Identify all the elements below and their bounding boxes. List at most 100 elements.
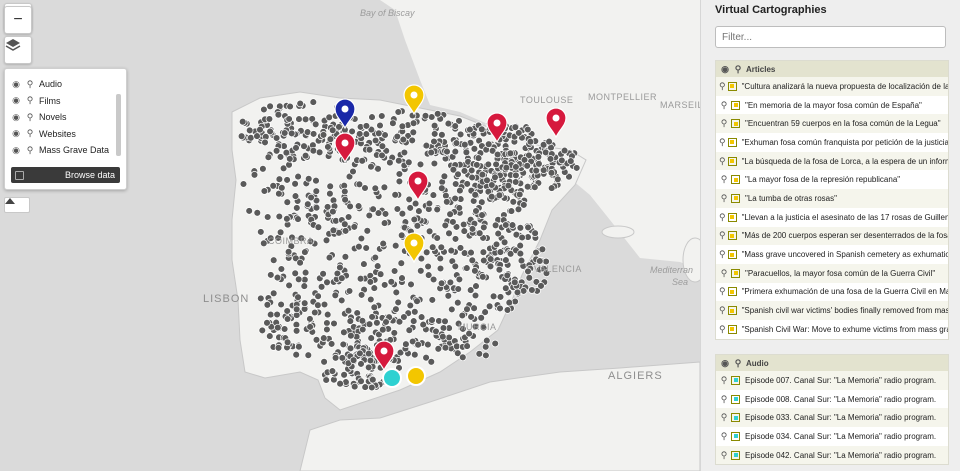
grave-dot[interactable] — [292, 305, 301, 314]
grave-dot[interactable] — [360, 260, 368, 268]
grave-dot[interactable] — [505, 298, 514, 307]
grave-dot[interactable] — [301, 268, 310, 277]
grave-dot[interactable] — [294, 215, 302, 223]
search-icon[interactable]: ⚲ — [719, 249, 726, 260]
grave-dot[interactable] — [311, 120, 320, 129]
grave-dot[interactable] — [378, 151, 386, 160]
grave-dot[interactable] — [534, 153, 543, 161]
grave-dot[interactable] — [546, 155, 555, 163]
grave-dot[interactable] — [467, 313, 475, 321]
grave-dot[interactable] — [387, 278, 396, 286]
grave-dot[interactable] — [400, 313, 408, 321]
list-item[interactable]: ⚲ Episode 034. Canal Sur: "La Memoria" ra… — [716, 427, 948, 446]
layer-row[interactable]: ◉ ⚲ Audio — [11, 77, 62, 91]
grave-dot[interactable] — [470, 145, 479, 153]
grave-dot[interactable] — [312, 203, 321, 212]
grave-dot[interactable] — [350, 223, 359, 231]
grave-dot[interactable] — [449, 218, 457, 226]
grave-dot[interactable] — [454, 298, 462, 307]
grave-dot[interactable] — [283, 307, 291, 315]
grave-dot[interactable] — [478, 170, 487, 179]
grave-dot[interactable] — [357, 234, 366, 243]
grave-dot[interactable] — [319, 131, 328, 139]
grave-dot[interactable] — [427, 358, 436, 366]
grave-dot[interactable] — [312, 336, 321, 344]
eye-icon[interactable]: ◉ — [720, 64, 730, 74]
grave-dot[interactable] — [443, 147, 451, 156]
grave-dot[interactable] — [445, 229, 453, 238]
grave-dot[interactable] — [471, 267, 479, 275]
grave-dot[interactable] — [380, 219, 389, 227]
grave-dot[interactable] — [428, 316, 436, 324]
grave-dot[interactable] — [371, 184, 380, 193]
grave-dot[interactable] — [319, 270, 327, 278]
search-icon[interactable]: ⚲ — [719, 324, 726, 335]
grave-dot[interactable] — [323, 319, 331, 327]
eye-icon[interactable]: ◉ — [11, 145, 21, 155]
cluster-marker[interactable] — [406, 366, 426, 386]
search-icon[interactable]: ⚲ — [719, 174, 729, 185]
search-icon[interactable]: ⚲ — [733, 64, 743, 74]
grave-dot[interactable] — [354, 202, 363, 210]
grave-dot[interactable] — [492, 240, 501, 249]
grave-dot[interactable] — [455, 275, 464, 284]
grave-dot[interactable] — [292, 327, 301, 335]
grave-dot[interactable] — [379, 325, 387, 334]
grave-dot[interactable] — [495, 191, 504, 200]
grave-dot[interactable] — [269, 256, 278, 264]
grave-dot[interactable] — [330, 319, 338, 328]
grave-dot[interactable] — [317, 283, 326, 291]
grave-dot[interactable] — [259, 165, 267, 173]
grave-dot[interactable] — [524, 267, 532, 276]
grave-dot[interactable] — [417, 313, 426, 321]
layer-row[interactable]: ◉ ⚲ Websites — [11, 127, 76, 141]
grave-dot[interactable] — [306, 323, 314, 331]
grave-dot[interactable] — [304, 175, 313, 183]
grave-dot[interactable] — [438, 131, 446, 139]
grave-dot[interactable] — [560, 146, 569, 155]
grave-dot[interactable] — [461, 140, 469, 149]
grave-dot[interactable] — [344, 213, 353, 221]
list-item[interactable]: ⚲ "Llevan a la justicia el asesinato de l… — [716, 208, 948, 227]
grave-dot[interactable] — [558, 156, 566, 165]
grave-dot[interactable] — [341, 187, 349, 196]
grave-dot[interactable] — [376, 270, 385, 278]
grave-dot[interactable] — [512, 163, 520, 171]
grave-dot[interactable] — [394, 298, 402, 307]
grave-dot[interactable] — [535, 160, 543, 168]
grave-dot[interactable] — [463, 342, 471, 350]
grave-dot[interactable] — [365, 211, 374, 220]
grave-dot[interactable] — [273, 273, 282, 282]
grave-dot[interactable] — [326, 182, 334, 191]
list-item[interactable]: ⚲ Episode 042. Canal Sur: "La Memoria" ra… — [716, 445, 948, 465]
list-item[interactable]: ⚲ "Más de 200 cuerpos esperan ser desente… — [716, 226, 948, 246]
grave-dot[interactable] — [304, 351, 313, 359]
grave-dot[interactable] — [347, 331, 355, 340]
list-item[interactable]: ⚲ "Mass grave uncovered in Spanish cemete… — [716, 245, 948, 264]
grave-dot[interactable] — [260, 239, 268, 248]
filter-input[interactable] — [715, 26, 946, 48]
grave-dot[interactable] — [437, 243, 446, 252]
grave-dot[interactable] — [362, 122, 371, 130]
grave-dot[interactable] — [429, 275, 438, 284]
grave-dot[interactable] — [340, 371, 348, 379]
grave-dot[interactable] — [284, 248, 293, 256]
grave-dot[interactable] — [539, 166, 548, 174]
grave-dot[interactable] — [523, 162, 531, 170]
grave-dot[interactable] — [390, 267, 399, 275]
grave-dot[interactable] — [277, 265, 286, 273]
grave-dot[interactable] — [257, 228, 265, 236]
grave-dot[interactable] — [467, 166, 476, 175]
grave-dot[interactable] — [349, 167, 357, 176]
grave-dot[interactable] — [349, 356, 358, 364]
grave-dot[interactable] — [463, 305, 471, 313]
grave-dot[interactable] — [460, 227, 469, 235]
grave-dot[interactable] — [292, 144, 300, 152]
grave-dot[interactable] — [322, 236, 331, 245]
grave-dot[interactable] — [468, 225, 477, 233]
grave-dot[interactable] — [283, 338, 292, 347]
grave-dot[interactable] — [547, 169, 556, 177]
grave-dot[interactable] — [346, 317, 355, 325]
grave-dot[interactable] — [466, 125, 474, 134]
grave-dot[interactable] — [390, 329, 399, 337]
